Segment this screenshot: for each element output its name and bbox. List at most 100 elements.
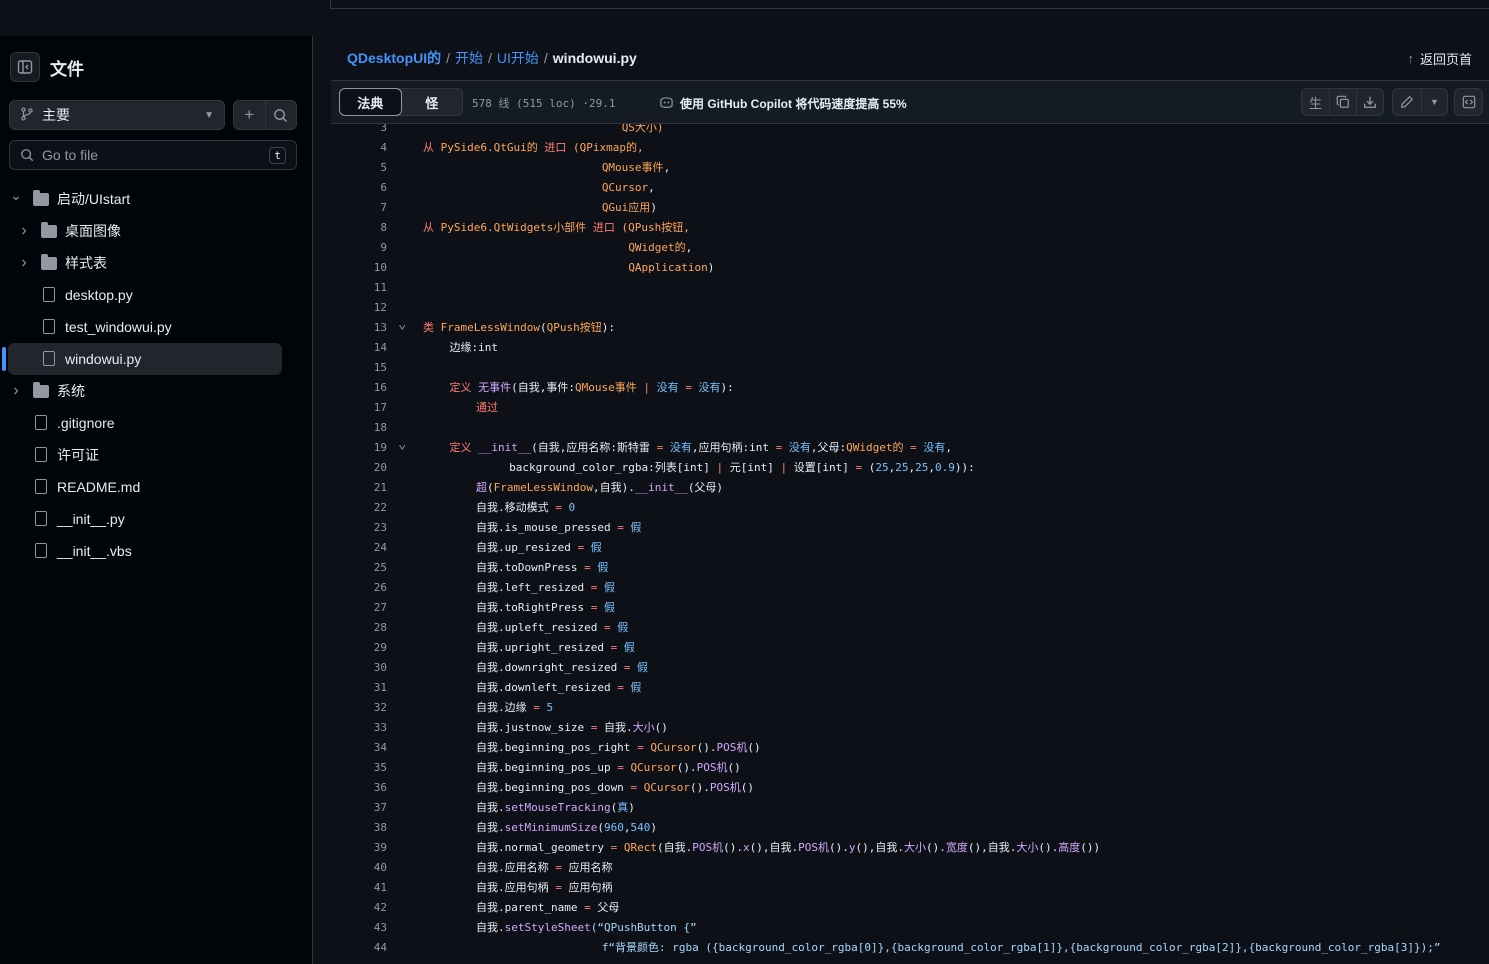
line-number[interactable]: 38 bbox=[351, 818, 387, 838]
copy-button[interactable] bbox=[1329, 89, 1356, 115]
code-line: 26 自我.left_resized = 假 bbox=[331, 578, 1489, 598]
line-number[interactable]: 34 bbox=[351, 738, 387, 758]
line-number[interactable]: 6 bbox=[351, 178, 387, 198]
line-number[interactable]: 27 bbox=[351, 598, 387, 618]
line-number[interactable]: 29 bbox=[351, 638, 387, 658]
sidebar-collapse-icon bbox=[17, 60, 33, 74]
line-number[interactable]: 11 bbox=[351, 278, 387, 298]
download-button[interactable] bbox=[1356, 89, 1383, 115]
code-line: 43 自我.setStyleSheet(“QPushButton {” bbox=[331, 918, 1489, 938]
line-number[interactable]: 22 bbox=[351, 498, 387, 518]
line-number[interactable]: 17 bbox=[351, 398, 387, 418]
line-number[interactable]: 14 bbox=[351, 338, 387, 358]
code-line: 32 自我.边缘 = 5 bbox=[331, 698, 1489, 718]
breadcrumb-link-repo[interactable]: QDesktopUI的 bbox=[347, 48, 441, 68]
line-number[interactable]: 9 bbox=[351, 238, 387, 258]
code-view[interactable]: 3 QS大小) 4 从 PySide6.QtGui的 进口 (QPixmap的, 5 … bbox=[331, 124, 1489, 964]
line-number[interactable]: 16 bbox=[351, 378, 387, 398]
branch-selector[interactable]: 主要 ▼ bbox=[9, 100, 225, 130]
tree-file[interactable]: __init__.vbs bbox=[0, 535, 313, 567]
tab-code[interactable]: 法典 bbox=[339, 88, 402, 116]
edit-dropdown-button[interactable]: ▼ bbox=[1421, 89, 1447, 115]
line-number[interactable]: 32 bbox=[351, 698, 387, 718]
line-number[interactable]: 26 bbox=[351, 578, 387, 598]
line-number[interactable]: 23 bbox=[351, 518, 387, 538]
code-token: 自我. bbox=[423, 921, 505, 934]
tree-folder[interactable]: › 样式表 bbox=[0, 247, 313, 279]
chevron-right-icon[interactable]: › bbox=[10, 382, 22, 400]
chevron-right-icon[interactable]: › bbox=[18, 254, 30, 272]
tree-file[interactable]: desktop.py bbox=[0, 279, 313, 311]
edit-button[interactable] bbox=[1393, 89, 1421, 115]
line-number[interactable]: 3 bbox=[351, 124, 387, 138]
code-token: POS机 bbox=[798, 841, 829, 854]
tree-folder[interactable]: › 桌面图像 bbox=[0, 215, 313, 247]
code-token: 自我.downleft_resized bbox=[423, 681, 618, 694]
copilot-promo[interactable]: 使用 GitHub Copilot 将代码速度提高 55% bbox=[659, 95, 907, 112]
code-token: 假 bbox=[597, 581, 615, 594]
line-number[interactable]: 41 bbox=[351, 878, 387, 898]
line-number[interactable]: 44 bbox=[351, 938, 387, 958]
line-number[interactable]: 5 bbox=[351, 158, 387, 178]
code-token: 元[int] bbox=[723, 461, 781, 474]
tree-file[interactable]: __init__.py bbox=[0, 503, 313, 535]
code-line: 24 自我.up_resized = 假 bbox=[331, 538, 1489, 558]
line-number[interactable]: 18 bbox=[351, 418, 387, 438]
line-number[interactable]: 25 bbox=[351, 558, 387, 578]
line-number[interactable]: 37 bbox=[351, 798, 387, 818]
back-to-top-label: 返回页首 bbox=[1419, 52, 1472, 67]
line-number[interactable]: 24 bbox=[351, 538, 387, 558]
line-number[interactable]: 39 bbox=[351, 838, 387, 858]
tree-file[interactable]: windowui.py bbox=[0, 343, 313, 375]
line-number[interactable]: 15 bbox=[351, 358, 387, 378]
line-number[interactable]: 7 bbox=[351, 198, 387, 218]
line-number[interactable]: 36 bbox=[351, 778, 387, 798]
line-number[interactable]: 10 bbox=[351, 258, 387, 278]
fold-chevron-icon[interactable]: ⌄ bbox=[398, 434, 406, 454]
code-line: 14 边缘:int bbox=[331, 338, 1489, 358]
raw-button[interactable]: 生 bbox=[1302, 89, 1329, 115]
line-number[interactable]: 8 bbox=[351, 218, 387, 238]
line-number[interactable]: 20 bbox=[351, 458, 387, 478]
line-number[interactable]: 28 bbox=[351, 618, 387, 638]
line-number[interactable]: 30 bbox=[351, 658, 387, 678]
chevron-right-icon[interactable]: › bbox=[18, 222, 30, 240]
collapse-sidebar-button[interactable] bbox=[10, 52, 40, 82]
tree-file[interactable]: .gitignore bbox=[0, 407, 313, 439]
breadcrumb-link-uistart[interactable]: UI开始 bbox=[497, 48, 539, 68]
tree-file[interactable]: README.md bbox=[0, 471, 313, 503]
tree-folder[interactable]: › 系统 bbox=[0, 375, 313, 407]
line-number[interactable]: 12 bbox=[351, 298, 387, 318]
line-number[interactable]: 19 bbox=[351, 438, 387, 458]
fold-chevron-icon[interactable]: ⌄ bbox=[398, 314, 406, 334]
line-number[interactable]: 42 bbox=[351, 898, 387, 918]
line-number[interactable]: 31 bbox=[351, 678, 387, 698]
tree-file[interactable]: 许可证 bbox=[0, 439, 313, 471]
line-number[interactable]: 21 bbox=[351, 478, 387, 498]
line-number[interactable]: 4 bbox=[351, 138, 387, 158]
file-icon bbox=[33, 447, 49, 463]
tree-file[interactable]: test_windowui.py bbox=[0, 311, 313, 343]
back-to-top-button[interactable]: ↑ 返回页首 bbox=[1407, 49, 1472, 68]
plus-icon: + bbox=[244, 105, 255, 124]
code-token: 5 bbox=[539, 701, 554, 714]
code-token: 进口 bbox=[544, 141, 573, 154]
line-number[interactable]: 40 bbox=[351, 858, 387, 878]
tree-folder[interactable]: ⌄ 启动/UIstart bbox=[0, 183, 313, 215]
line-number[interactable]: 35 bbox=[351, 758, 387, 778]
breadcrumb-link-start[interactable]: 开始 bbox=[455, 48, 483, 68]
go-to-file-input[interactable]: Go to file t bbox=[9, 140, 297, 170]
search-button[interactable] bbox=[264, 101, 297, 129]
line-number[interactable]: 33 bbox=[351, 718, 387, 738]
chevron-down-icon[interactable]: ⌄ bbox=[10, 187, 22, 204]
line-number[interactable]: 13 bbox=[351, 318, 387, 338]
top-strip bbox=[0, 0, 1489, 36]
tab-blame[interactable]: 怪 bbox=[402, 89, 463, 115]
code-text: 自我.应用名称 = 应用名称 bbox=[423, 858, 613, 878]
add-file-button[interactable]: + bbox=[234, 101, 265, 129]
line-number[interactable]: 43 bbox=[351, 918, 387, 938]
code-token: 自我.beginning_pos_right bbox=[423, 741, 638, 754]
symbols-panel-button[interactable] bbox=[1455, 89, 1482, 115]
